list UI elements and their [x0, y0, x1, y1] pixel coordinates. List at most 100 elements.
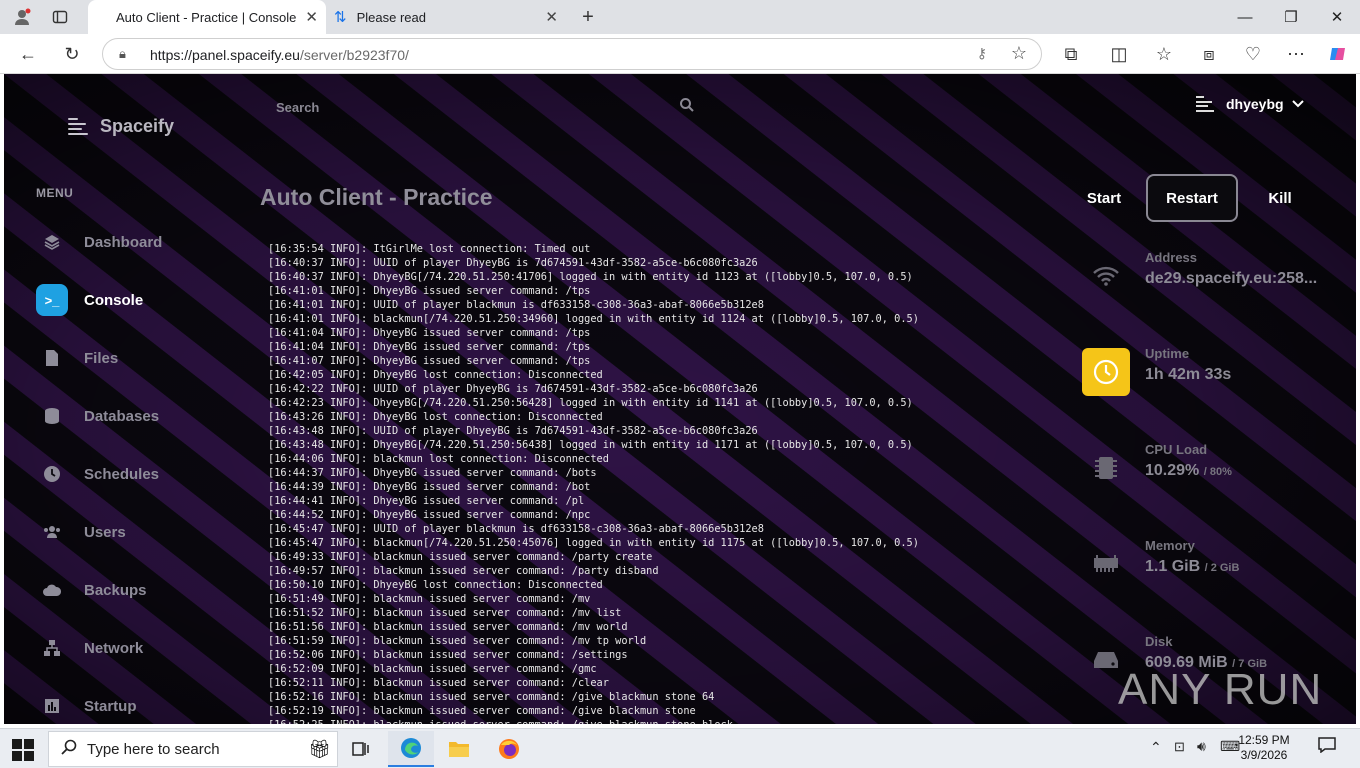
console-output[interactable]: [16:35:54 INFO]: ItGirlMe lost connectio… [260, 238, 1042, 724]
task-view-icon[interactable] [338, 731, 384, 767]
sidebar-item-backups[interactable]: Backups [36, 573, 236, 607]
restore-icon[interactable]: ❐ [1268, 0, 1314, 34]
clock-icon [1082, 348, 1130, 396]
stat-label: Disk [1145, 634, 1173, 649]
more-menu-icon[interactable]: ⋯ [1284, 42, 1308, 66]
extensions-icon[interactable]: ⧉ [1059, 42, 1083, 66]
new-tab-icon[interactable]: + [578, 6, 598, 28]
taskbar: Type here to search 🎁︎ ⌃ ⊡ 🔊︎ ⌨︎ 12:59 P… [0, 728, 1360, 768]
tab-actions-icon[interactable] [50, 7, 70, 27]
minimize-icon[interactable]: — [1222, 0, 1268, 34]
sidebar-item-startup[interactable]: Startup [36, 689, 236, 723]
sidebar-item-network[interactable]: Network [36, 631, 236, 665]
clock[interactable]: 12:59 PM 3/9/2026 [1236, 733, 1292, 763]
key-icon[interactable]: ⚷ [977, 45, 987, 62]
volume-icon[interactable]: 🔊︎ [1197, 738, 1206, 755]
sidebar-item-users[interactable]: Users [36, 515, 236, 549]
tab-label: Auto Client - Practice | Console [116, 9, 297, 25]
windows-start-icon[interactable] [12, 739, 34, 761]
stat-value: 1.1 GiB / 2 GiB [1145, 558, 1239, 576]
tab-console[interactable]: Auto Client - Practice | Console ✕ [88, 0, 326, 34]
file-explorer-icon[interactable] [436, 731, 482, 767]
console-line: [16:50:10 INFO]: DhyeyBG lost connection… [268, 579, 603, 591]
lock-icon[interactable]: 🔒︎ [119, 46, 126, 62]
profile-icon[interactable] [12, 7, 32, 27]
url-host: https://panel.spaceify.eu [150, 47, 300, 63]
refresh-icon[interactable]: ↻ [60, 42, 84, 66]
page-title: Auto Client - Practice [260, 184, 493, 210]
console-line: [16:41:01 INFO]: blackmun[/74.220.51.250… [268, 313, 919, 325]
console-line: [16:52:11 INFO]: blackmun issued server … [268, 677, 609, 689]
kill-button[interactable]: Kill [1252, 174, 1308, 222]
console-line: [16:42:22 INFO]: UUID of player DhyeyBG … [268, 383, 758, 395]
search-bar[interactable]: Search [274, 94, 694, 120]
cloud-icon [36, 574, 68, 606]
performance-icon[interactable]: ♡ [1241, 42, 1265, 66]
console-line: [16:43:26 INFO]: DhyeyBG lost connection… [268, 411, 603, 423]
stat-uptime: Uptime 1h 42m 33s [1080, 342, 1350, 402]
start-button[interactable]: Start [1076, 174, 1132, 222]
close-window-icon[interactable]: ✕ [1314, 0, 1360, 34]
sidebar-item-files[interactable]: Files [36, 341, 236, 375]
network-icon [36, 632, 68, 664]
sidebar-item-console[interactable]: >_ Console [36, 283, 236, 317]
stat-value[interactable]: de29.spaceify.eu:258... [1145, 270, 1317, 288]
brand-logo[interactable]: Spaceify [68, 116, 174, 137]
console-line: [16:45:47 INFO]: blackmun[/74.220.51.250… [268, 537, 919, 549]
sidebar-item-schedules[interactable]: Schedules [36, 457, 236, 491]
sidebar-item-databases[interactable]: Databases [36, 399, 236, 433]
edge-icon[interactable] [388, 731, 434, 767]
console-line: [16:40:37 INFO]: DhyeyBG[/74.220.51.250:… [268, 271, 913, 283]
search-icon[interactable] [680, 98, 694, 115]
console-line: [16:41:07 INFO]: DhyeyBG issued server c… [268, 355, 591, 367]
restart-button[interactable]: Restart [1146, 174, 1238, 222]
user-menu[interactable]: dhyeybg [1196, 96, 1304, 112]
sidebar-item-label: Backups [84, 581, 147, 599]
notifications-icon[interactable] [1318, 737, 1336, 758]
taskbar-search[interactable]: Type here to search 🎁︎ [48, 731, 338, 767]
firefox-icon[interactable] [486, 731, 532, 767]
close-tab-icon[interactable]: ✕ [545, 8, 558, 26]
console-line: [16:44:37 INFO]: DhyeyBG issued server c… [268, 467, 597, 479]
tab-strip: Auto Client - Practice | Console ✕ ⇅ Ple… [0, 0, 1360, 34]
panel-page: Spaceify MENU Dashboard >_ Console Files… [4, 74, 1356, 724]
url-path: /server/b2923f70/ [299, 47, 409, 63]
network-tray-icon[interactable]: ⊡ [1174, 739, 1185, 755]
tab-please-read[interactable]: ⇅ Please read ✕ [326, 0, 566, 34]
collections-icon[interactable]: ⧈ [1197, 42, 1221, 66]
database-icon [36, 400, 68, 432]
console-line: [16:41:04 INFO]: DhyeyBG issued server c… [268, 327, 591, 339]
sidebar-item-label: Schedules [84, 465, 160, 483]
copilot-icon[interactable] [1326, 42, 1350, 66]
back-icon[interactable]: ← [16, 42, 40, 66]
stat-label: CPU Load [1145, 442, 1208, 457]
close-tab-icon[interactable]: ✕ [305, 8, 318, 26]
console-line: [16:43:48 INFO]: DhyeyBG[/74.220.51.250:… [268, 439, 913, 451]
gift-icon: 🎁︎ [308, 738, 331, 759]
console-line: [16:52:19 INFO]: blackmun issued server … [268, 705, 696, 717]
url-text: https://panel.spaceify.eu/server/b2923f7… [150, 47, 409, 63]
terminal-icon: >_ [36, 284, 68, 316]
stat-current: 10.29% [1145, 462, 1200, 479]
console-line: [16:40:37 INFO]: UUID of player DhyeyBG … [268, 257, 758, 269]
stat-cpu: CPU Load 10.29% / 80% [1080, 438, 1350, 498]
chevron-down-icon [1291, 97, 1304, 111]
console-line: [16:45:47 INFO]: UUID of player blackmun… [268, 523, 764, 535]
console-line: [16:41:04 INFO]: DhyeyBG issued server c… [268, 341, 591, 353]
username: dhyeybg [1226, 96, 1284, 112]
layers-icon [36, 226, 68, 258]
wifi-icon [1082, 252, 1130, 300]
clock-time: 12:59 PM [1238, 733, 1290, 747]
stat-address: Address de29.spaceify.eu:258... [1080, 246, 1350, 306]
chevron-up-icon[interactable]: ⌃ [1150, 739, 1162, 756]
url-field[interactable]: 🔒︎ https://panel.spaceify.eu/server/b292… [102, 38, 1042, 70]
sidebar-item-dashboard[interactable]: Dashboard [36, 225, 236, 259]
stat-label: Address [1145, 250, 1198, 265]
favorite-star-icon[interactable]: ☆ [1011, 43, 1027, 64]
split-screen-icon[interactable]: ◫ [1107, 42, 1131, 66]
sidebar: Spaceify MENU Dashboard >_ Console Files… [4, 74, 249, 724]
logo-icon [68, 117, 90, 136]
stat-current: 1.1 GiB [1145, 558, 1201, 575]
favorites-icon[interactable]: ☆ [1152, 42, 1176, 66]
stat-limit: / 2 GiB [1204, 562, 1240, 574]
